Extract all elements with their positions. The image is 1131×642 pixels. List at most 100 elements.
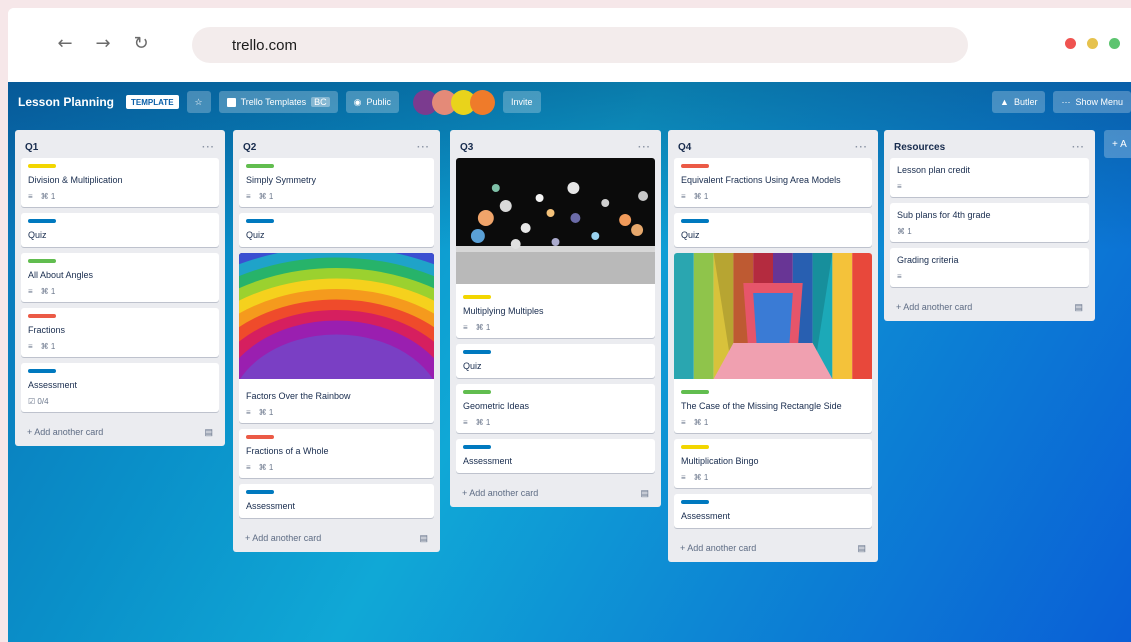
card-template-icon[interactable]: ▤ [204,427,213,438]
workspace-button[interactable]: Trello Templates BC [218,91,338,113]
list-card[interactable]: Multiplying Multiples ≡ ⌘ 1 [456,158,655,338]
list-title[interactable]: Q3 [460,142,473,153]
list-card[interactable]: The Case of the Missing Rectangle Side ≡ ⌘… [674,253,872,433]
show-menu-button[interactable]: ⋯ Show Menu [1053,91,1131,113]
card-label[interactable] [463,390,491,394]
invite-button[interactable]: Invite [503,91,541,113]
card-label[interactable] [28,259,56,263]
card-title: Lesson plan credit [897,165,971,175]
ellipsis-icon: ⋯ [1061,96,1071,107]
list-menu-icon[interactable]: ··· [417,142,430,153]
card-label[interactable] [28,369,56,373]
card-badge: ≡ [897,182,902,191]
card-badge: ☑ 0/4 [28,397,49,406]
card-badges: ☑ 0/4 [28,397,212,406]
board-title[interactable]: Lesson Planning [18,95,114,109]
close-dot-icon[interactable] [1065,38,1076,49]
list-card[interactable]: Factors Over the Rainbow ≡ ⌘ 1 [239,253,434,423]
list-card[interactable]: Assessment [456,439,655,473]
list-header[interactable]: Q1 ··· [21,136,219,158]
card-template-icon[interactable]: ▤ [857,543,866,554]
card-label[interactable] [246,435,274,439]
list-header[interactable]: Q3 ··· [456,136,655,158]
list-card[interactable]: Assessment [239,484,434,518]
card-label[interactable] [246,164,274,168]
card-badges: ≡ ⌘ 1 [246,408,427,417]
visibility-label: Public [366,97,392,107]
card-label[interactable] [28,219,56,223]
list-card[interactable]: Fractions ≡ ⌘ 1 [21,308,219,357]
visibility-button[interactable]: ◉ Public [345,91,400,113]
card-badges: ≡ ⌘ 1 [28,287,212,296]
card-template-icon[interactable]: ▤ [419,533,428,544]
list-title[interactable]: Q2 [243,142,256,153]
list-card[interactable]: Fractions of a Whole ≡ ⌘ 1 [239,429,434,478]
card-label[interactable] [681,390,709,394]
card-label[interactable] [681,164,709,168]
list-card[interactable]: Sub plans for 4th grade ⌘ 1 [890,203,1089,242]
card-label[interactable] [463,445,491,449]
back-icon[interactable]: ← [52,30,78,56]
list-card[interactable]: Quiz [456,344,655,378]
list-title[interactable]: Q4 [678,142,691,153]
list-card[interactable]: Equivalent Fractions Using Area Models ≡ ⌘… [674,158,872,207]
minimize-dot-icon[interactable] [1087,38,1098,49]
card-label[interactable] [681,500,709,504]
list-header[interactable]: Q2 ··· [239,136,434,158]
list-header[interactable]: Resources ··· [890,136,1089,158]
butler-label: Butler [1013,97,1038,107]
add-card-button[interactable]: + Add another card ▤ [674,534,872,562]
butler-button[interactable]: ▲ Butler [992,91,1046,113]
card-label[interactable] [681,445,709,449]
card-title: Factors Over the Rainbow [246,391,351,401]
member-avatar[interactable] [470,89,496,115]
list-card[interactable]: Division & Multiplication ≡ ⌘ 1 [21,158,219,207]
list-card[interactable]: Quiz [21,213,219,247]
card-label[interactable] [246,219,274,223]
list-card[interactable]: Simply Symmetry ≡ ⌘ 1 [239,158,434,207]
url-text: trello.com [232,36,298,54]
add-card-button[interactable]: + Add another card ▤ [239,524,434,552]
reload-icon[interactable]: ↻ [128,30,154,56]
trello-icon [226,97,236,107]
list-card[interactable]: Assessment ☑ 0/4 [21,363,219,412]
list-menu-icon[interactable]: ··· [638,142,651,153]
card-badges: ≡ ⌘ 1 [463,418,648,427]
list-card[interactable]: All About Angles ≡ ⌘ 1 [21,253,219,302]
list-menu-icon[interactable]: ··· [855,142,868,153]
member-avatars [413,89,496,115]
address-bar[interactable]: trello.com [192,27,968,63]
add-card-label: + Add another card [245,533,322,543]
card-label[interactable] [463,295,491,299]
list-header[interactable]: Q4 ··· [674,136,872,158]
card-badge: ≡ [28,342,33,351]
add-card-label: + Add another card [27,427,104,437]
list-card[interactable]: Multiplication Bingo ≡ ⌘ 1 [674,439,872,488]
add-list-button[interactable]: + A [1104,130,1131,158]
star-icon: ☆ [194,96,203,107]
list-card[interactable]: Assessment [674,494,872,528]
card-label[interactable] [28,164,56,168]
card-label[interactable] [28,314,56,318]
card-template-icon[interactable]: ▤ [1074,302,1083,313]
list-title[interactable]: Resources [894,142,945,153]
forward-icon[interactable]: → [90,30,116,56]
list-menu-icon[interactable]: ··· [1072,142,1085,153]
list-card[interactable]: Geometric Ideas ≡ ⌘ 1 [456,384,655,433]
card-label[interactable] [246,490,274,494]
card-template-icon[interactable]: ▤ [640,488,649,499]
card-title: Assessment [681,511,731,521]
add-card-button[interactable]: + Add another card ▤ [456,479,655,507]
add-card-button[interactable]: + Add another card ▤ [21,418,219,446]
card-label[interactable] [463,350,491,354]
list-card[interactable]: Quiz [674,213,872,247]
list-title[interactable]: Q1 [25,142,38,153]
maximize-dot-icon[interactable] [1109,38,1120,49]
list-card[interactable]: Grading criteria ≡ [890,248,1089,287]
list-menu-icon[interactable]: ··· [202,142,215,153]
star-button[interactable]: ☆ [186,91,211,113]
card-label[interactable] [681,219,709,223]
list-card[interactable]: Quiz [239,213,434,247]
list-card[interactable]: Lesson plan credit ≡ [890,158,1089,197]
add-card-button[interactable]: + Add another card ▤ [890,293,1089,321]
